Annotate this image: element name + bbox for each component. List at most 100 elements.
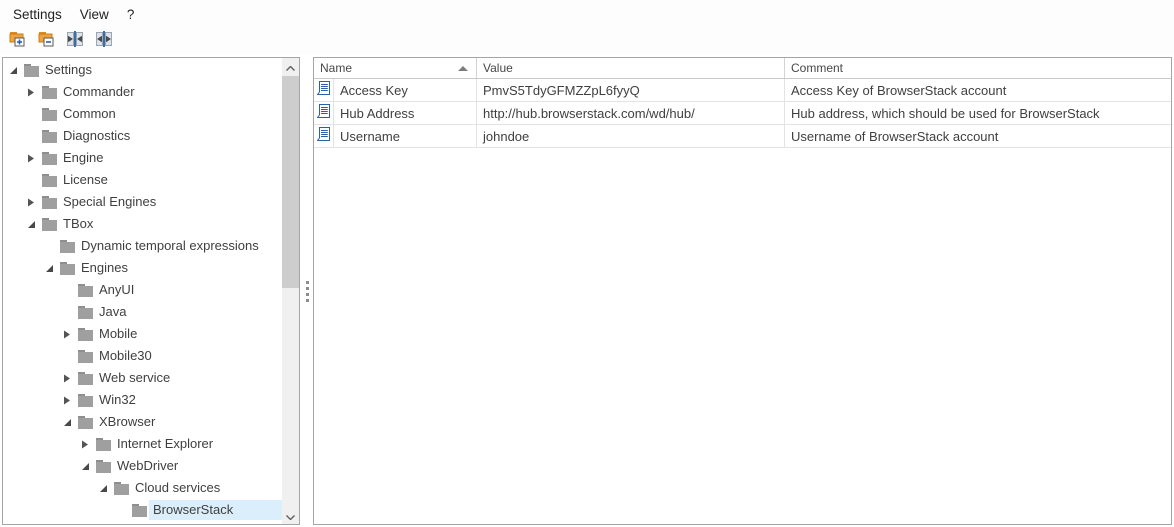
tree-expander[interactable] xyxy=(27,147,42,169)
collapsed-arrow-icon xyxy=(63,374,72,383)
panel-splitter[interactable] xyxy=(301,57,313,525)
folder-icon xyxy=(60,257,77,279)
column-header-name[interactable]: Name xyxy=(314,58,477,78)
tree-expander[interactable] xyxy=(63,301,78,323)
tree-expander[interactable] xyxy=(9,59,24,81)
tree-expander[interactable] xyxy=(27,191,42,213)
folder-icon xyxy=(78,411,95,433)
tree-item[interactable] xyxy=(3,521,282,524)
collapsed-arrow-icon xyxy=(63,330,72,339)
folder-icon xyxy=(42,147,59,169)
tree-expander[interactable] xyxy=(117,499,132,521)
tree-item[interactable]: AnyUI xyxy=(3,279,282,301)
column-header-comment[interactable]: Comment xyxy=(785,58,1171,78)
collapse-all-folders-button[interactable] xyxy=(36,31,56,51)
tree-item[interactable]: XBrowser xyxy=(3,411,282,433)
table-row[interactable]: Access Key PmvS5TdyGFMZZpL6fyyQ Access K… xyxy=(314,79,1171,102)
tree-expander[interactable] xyxy=(63,389,78,411)
tree-item[interactable]: TBox xyxy=(3,213,282,235)
folder-icon xyxy=(42,169,59,191)
tree-expander[interactable] xyxy=(63,411,78,433)
tree-item-label: BrowserStack xyxy=(149,500,282,520)
folder-icon xyxy=(42,125,59,147)
tree-item-label: Web service xyxy=(95,368,282,388)
tree-item[interactable]: Settings xyxy=(3,59,282,81)
folder-icon xyxy=(78,279,95,301)
tree-item-label: Engine xyxy=(59,148,282,168)
folder-icon xyxy=(78,367,95,389)
tree-item[interactable]: Win32 xyxy=(3,389,282,411)
tree-item[interactable]: Web service xyxy=(3,367,282,389)
scroll-up-button[interactable] xyxy=(282,58,299,75)
column-header-value[interactable]: Value xyxy=(477,58,785,78)
tree-expander[interactable] xyxy=(27,125,42,147)
tree-item[interactable]: WebDriver xyxy=(3,455,282,477)
tree-item[interactable]: BrowserStack xyxy=(3,499,282,521)
tree-expander[interactable] xyxy=(27,521,42,524)
document-icon xyxy=(317,127,330,145)
tree-item[interactable]: Dynamic temporal expressions xyxy=(3,235,282,257)
setting-name: Hub Address xyxy=(334,102,477,124)
setting-value[interactable]: johndoe xyxy=(477,125,785,147)
menu-help[interactable]: ? xyxy=(118,3,144,26)
tree-item[interactable]: Engines xyxy=(3,257,282,279)
tree-expander[interactable] xyxy=(63,367,78,389)
table-row[interactable]: Hub Address http://hub.browserstack.com/… xyxy=(314,102,1171,125)
tree-item[interactable]: Mobile30 xyxy=(3,345,282,367)
tree-expander[interactable] xyxy=(45,257,60,279)
shrink-panel-width-button[interactable] xyxy=(94,31,114,51)
collapsed-arrow-icon xyxy=(27,88,36,97)
tree-item[interactable]: Mobile xyxy=(3,323,282,345)
tree-scrollbar[interactable] xyxy=(282,58,299,524)
folder-icon xyxy=(132,499,149,521)
tree-scrollbar-thumb[interactable] xyxy=(282,76,299,288)
scroll-down-icon xyxy=(286,507,295,525)
tree-expander[interactable] xyxy=(27,213,42,235)
tree-expander[interactable] xyxy=(63,323,78,345)
tree-item-label: Cloud services xyxy=(131,478,282,498)
setting-value[interactable]: http://hub.browserstack.com/wd/hub/ xyxy=(477,102,785,124)
tree-expander[interactable] xyxy=(63,279,78,301)
tree-item-label: Win32 xyxy=(95,390,282,410)
tree-item-label: Engines xyxy=(77,258,282,278)
folder-icon xyxy=(42,521,59,524)
tree-item[interactable]: Diagnostics xyxy=(3,125,282,147)
tree-expander[interactable] xyxy=(81,433,96,455)
folder-icon xyxy=(60,235,77,257)
tree-item[interactable]: Engine xyxy=(3,147,282,169)
tree-expander[interactable] xyxy=(99,477,114,499)
table-body: Access Key PmvS5TdyGFMZZpL6fyyQ Access K… xyxy=(314,79,1171,148)
folder-icon xyxy=(114,477,131,499)
table-row[interactable]: Username johndoe Username of BrowserStac… xyxy=(314,125,1171,148)
expand-panel-width-icon xyxy=(67,31,83,52)
tree-item[interactable]: Common xyxy=(3,103,282,125)
tree-item-label: Java xyxy=(95,302,282,322)
tree-expander[interactable] xyxy=(81,455,96,477)
menu-settings[interactable]: Settings xyxy=(4,3,71,26)
tree-item-label: TBox xyxy=(59,214,282,234)
folder-icon xyxy=(42,191,59,213)
tree-expander[interactable] xyxy=(45,235,60,257)
tree-item[interactable]: Java xyxy=(3,301,282,323)
tree-expander[interactable] xyxy=(27,81,42,103)
tree-item[interactable]: Special Engines xyxy=(3,191,282,213)
tree-expander[interactable] xyxy=(27,103,42,125)
expand-all-folders-button[interactable] xyxy=(7,31,27,51)
menu-view[interactable]: View xyxy=(71,3,118,26)
setting-value[interactable]: PmvS5TdyGFMZZpL6fyyQ xyxy=(477,79,785,101)
tree-item[interactable]: Internet Explorer xyxy=(3,433,282,455)
expand-panel-width-button[interactable] xyxy=(65,31,85,51)
tree-expander[interactable] xyxy=(27,169,42,191)
folder-icon xyxy=(78,389,95,411)
setting-name: Access Key xyxy=(334,79,477,101)
collapse-all-folders-icon xyxy=(38,31,55,52)
sort-ascending-icon xyxy=(458,66,468,71)
tree-item[interactable]: Commander xyxy=(3,81,282,103)
tree-item[interactable]: Cloud services xyxy=(3,477,282,499)
tree-item[interactable]: License xyxy=(3,169,282,191)
collapsed-arrow-icon xyxy=(27,154,36,163)
document-icon xyxy=(317,81,330,99)
tree-expander[interactable] xyxy=(63,345,78,367)
scroll-down-button[interactable] xyxy=(282,507,299,524)
expanded-arrow-icon xyxy=(45,264,54,273)
